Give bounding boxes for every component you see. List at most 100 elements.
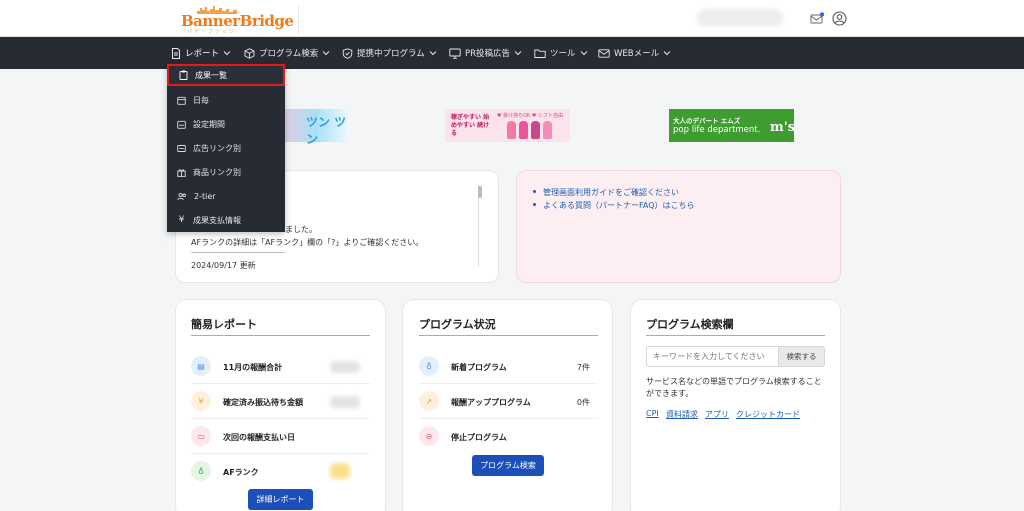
nav-pr-ads-label: PR投稿広告 xyxy=(465,49,511,59)
menu-item-label: 設定期間 xyxy=(193,119,225,129)
clipboard-icon xyxy=(179,70,188,80)
nav-partner-programs-label: 提携中プログラム xyxy=(357,49,425,59)
top-header: BannerBridge バナーブリッジ xyxy=(0,0,1024,37)
keyword-search-input[interactable] xyxy=(646,346,778,367)
mail-icon xyxy=(598,48,610,58)
notice-divider: ----------------------------------------… xyxy=(191,249,285,256)
nav-tools-label: ツール xyxy=(550,49,576,59)
figure-illustration xyxy=(531,121,540,139)
panel-title: 簡易レポート xyxy=(191,318,257,331)
row-divider xyxy=(191,418,370,419)
logo-subtext: バナーブリッジ xyxy=(187,29,236,35)
tag-link-app[interactable]: アプリ xyxy=(705,409,729,420)
bulb-icon: ♁ xyxy=(191,461,211,481)
panel-title: プログラム状況 xyxy=(419,318,496,331)
chevron-down-icon xyxy=(514,51,522,56)
status-row-label[interactable]: 停止プログラム xyxy=(451,432,507,443)
mail-notification-icon[interactable] xyxy=(810,12,824,24)
account-name-blurred xyxy=(697,9,783,26)
row-divider xyxy=(191,383,370,384)
program-search-button[interactable]: プログラム検索 xyxy=(472,455,544,476)
nav-pr-ads[interactable]: PR投稿広告 xyxy=(449,37,522,69)
row-divider xyxy=(419,383,598,384)
bannerbridge-logo[interactable]: BannerBridge バナーブリッジ xyxy=(181,6,294,35)
report-row-value-blurred xyxy=(330,396,360,408)
menu-item-payment-info[interactable]: ¥ 成果支払情報 xyxy=(167,209,285,231)
calendar-range-icon xyxy=(177,120,186,129)
bullet xyxy=(533,203,536,206)
detail-report-button[interactable]: 詳細レポート xyxy=(248,489,313,510)
figure-illustration xyxy=(519,121,528,139)
chevron-down-icon xyxy=(322,51,330,56)
menu-item-daily[interactable]: 日毎 xyxy=(167,89,285,111)
banner-ms-department[interactable]: 大人のデパート エムズ pop life department. m's xyxy=(669,109,796,142)
row-divider xyxy=(191,453,370,454)
nav-partner-programs[interactable]: 提携中プログラム xyxy=(342,37,437,69)
guide-link[interactable]: 管理画面利用ガイドをご確認ください xyxy=(543,187,679,198)
title-underline xyxy=(191,335,370,336)
folder-icon xyxy=(534,49,546,58)
status-row-count: 0件 xyxy=(576,398,590,407)
menu-item-label: 2-tier xyxy=(194,191,216,201)
menu-item-label: 商品リンク別 xyxy=(193,167,241,177)
menu-item-results-list[interactable]: 成果一覧 xyxy=(167,64,285,86)
bulb-icon: ♁ xyxy=(419,356,439,376)
chevron-down-icon xyxy=(223,51,231,56)
notice-scroll-thumb[interactable] xyxy=(478,186,482,198)
nav-webmail-label: WEBメール xyxy=(614,49,660,59)
nav-report-label: レポート xyxy=(185,49,220,59)
search-description: サービス名などの単語でプログラム検索することができます。 xyxy=(646,377,822,398)
calendar-icon xyxy=(177,96,186,105)
status-row-label[interactable]: 新着プログラム xyxy=(451,362,507,373)
menu-item-label: 成果一覧 xyxy=(195,70,227,80)
banner-a-text: ツン ツン xyxy=(306,115,347,146)
monitor-icon xyxy=(449,48,461,59)
nav-program-search-label: プログラム検索 xyxy=(259,49,319,59)
stop-icon: ⊖ xyxy=(419,426,439,446)
tag-link-document-request[interactable]: 資料請求 xyxy=(666,409,698,420)
menu-item-ad-link[interactable]: 広告リンク別 xyxy=(167,137,285,159)
document-icon xyxy=(172,47,180,59)
menu-item-label: 広告リンク別 xyxy=(193,143,241,153)
banner-b-tagline: ♥ 掛け持ちOK ♥ シフト自由 xyxy=(497,113,563,119)
title-underline xyxy=(646,335,825,336)
cube-icon xyxy=(244,47,255,59)
menu-item-product-link[interactable]: 商品リンク別 xyxy=(167,161,285,183)
user-account-icon[interactable] xyxy=(832,11,847,26)
status-row-label[interactable]: 報酬アッププログラム xyxy=(451,397,531,408)
yen-icon: ¥ xyxy=(178,215,185,225)
banner-c-logo: m's xyxy=(770,120,796,135)
tag-link-credit-card[interactable]: クレジットカード xyxy=(736,409,800,420)
notice-line: ました。 xyxy=(285,225,317,234)
receipt-icon: ▤ xyxy=(191,356,211,376)
report-row-value-blurred xyxy=(330,361,360,373)
af-rank-badge-blurred xyxy=(330,463,350,479)
report-row-label: 11月の報酬合計 xyxy=(223,363,283,372)
chevron-down-icon xyxy=(580,51,587,56)
search-submit-button[interactable]: 検索する xyxy=(778,346,825,367)
bullet xyxy=(533,190,536,193)
header-divider xyxy=(298,6,299,34)
chevron-down-icon xyxy=(663,51,671,56)
report-row-label: 次回の報酬支払い日 xyxy=(223,433,295,442)
main-navbar: レポート プログラム検索 提携中プログラム PR投稿広告 ツール WEBメール xyxy=(0,37,1024,69)
notice-date: 2024/09/17 更新 xyxy=(191,261,256,270)
nav-tools[interactable]: ツール xyxy=(534,37,588,69)
banner-b-text: 稼ぎやすい 始めやすい 続ける xyxy=(451,114,490,137)
banner-recruit[interactable]: 稼ぎやすい 始めやすい 続ける ♥ 掛け持ちOK ♥ シフト自由 xyxy=(445,109,570,142)
chart-up-icon: ↗ xyxy=(419,391,439,411)
nav-webmail[interactable]: WEBメール xyxy=(598,37,671,69)
users-icon xyxy=(177,192,186,200)
faq-link[interactable]: よくある質問（パートナーFAQ）はこちら xyxy=(543,200,695,211)
calendar-icon: ▭ xyxy=(191,426,211,446)
panel-title: プログラム検索欄 xyxy=(646,318,734,331)
tag-link-cpi[interactable]: CPI xyxy=(646,409,659,418)
figure-illustration xyxy=(507,121,516,139)
title-underline xyxy=(419,335,598,336)
figure-illustration xyxy=(543,121,552,139)
menu-item-2tier[interactable]: 2-tier xyxy=(167,185,285,207)
banner-c-title: 大人のデパート エムズ xyxy=(673,117,741,125)
gift-icon xyxy=(177,168,186,177)
yen-icon: ¥ xyxy=(191,391,211,411)
menu-item-period[interactable]: 設定期間 xyxy=(167,113,285,135)
